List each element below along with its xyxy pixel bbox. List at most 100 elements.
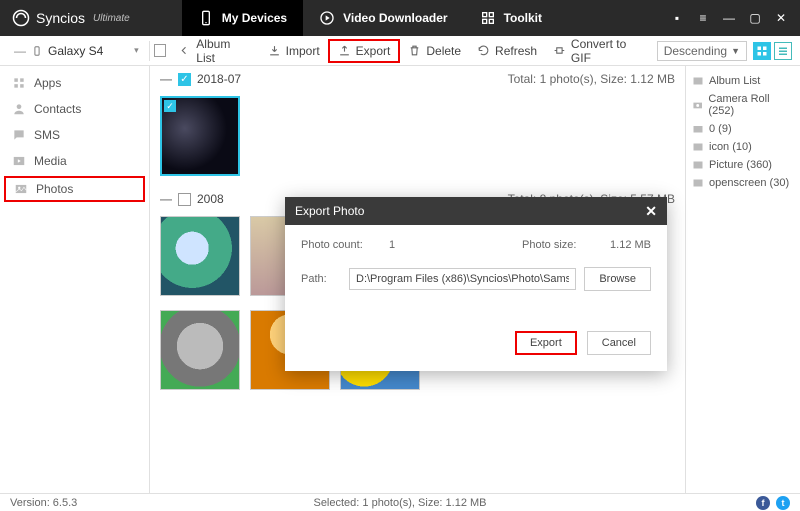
group-summary: Total: 1 photo(s), Size: 1.12 MB [508,72,675,86]
collapse-icon[interactable]: — [160,72,172,86]
camera-icon [692,99,703,111]
app-name: Syncios [36,10,85,26]
phone-icon [32,44,42,58]
chevron-down-icon: ▼ [731,46,740,56]
close-window-icon[interactable]: ✕ [774,11,788,25]
feedback-icon[interactable]: ▪ [670,11,684,25]
path-input[interactable] [349,268,576,290]
selection-summary: Selected: 1 photo(s), Size: 1.12 MB [313,497,486,509]
count-value: 1 [389,239,395,251]
main-tabs: My Devices Video Downloader Toolkit [182,0,558,36]
tab-my-devices[interactable]: My Devices [182,0,303,36]
export-button[interactable]: Export [328,39,401,63]
delete-button[interactable]: Delete [400,41,469,61]
twitter-icon[interactable]: t [776,496,790,510]
device-selector[interactable]: — Galaxy S4 ▾ [8,44,145,58]
path-label: Path: [301,273,341,285]
sort-dropdown[interactable]: Descending ▼ [657,41,747,61]
collapse-icon[interactable]: — [160,192,172,206]
export-confirm-button[interactable]: Export [515,331,577,355]
sidebar-item-photos[interactable]: Photos [4,176,145,202]
convert-icon [553,44,566,57]
view-mode-switch [753,42,792,60]
image-icon [692,141,704,153]
apps-icon [12,76,26,90]
app-edition: Ultimate [93,13,130,24]
photo-thumbnail[interactable] [160,310,240,390]
album-item[interactable]: Camera Roll (252) [692,90,794,120]
back-arrow-icon [178,44,191,57]
select-all-checkbox[interactable] [154,44,167,57]
dialog-footer: Export Cancel [285,321,667,371]
album-list-pane: Album List Camera Roll (252) 0 (9) icon … [685,66,800,493]
photos-icon [14,182,28,196]
tab-label: Toolkit [504,11,542,25]
group-checkbox[interactable]: ✓ [178,73,191,86]
refresh-icon [477,44,490,57]
folder-icon [692,123,704,135]
phone-icon [198,10,214,26]
sidebar-item-contacts[interactable]: Contacts [0,96,149,122]
import-button[interactable]: Import [260,41,328,61]
image-icon [692,75,704,87]
group-label: 2018-07 [197,72,241,86]
version-label: Version: 6.5.3 [10,497,77,509]
social-links: f t [756,496,790,510]
contacts-icon [12,102,26,116]
list-view-icon[interactable] [774,42,792,60]
tab-video-downloader[interactable]: Video Downloader [303,0,463,36]
size-label: Photo size: [522,239,602,251]
app-logo: Syncios Ultimate [0,9,142,27]
size-value: 1.12 MB [610,239,651,251]
photo-thumbnail[interactable]: ✓ [160,96,240,176]
grid-view-icon[interactable] [753,42,771,60]
check-icon: ✓ [164,100,176,112]
thumb-row: ✓ [150,92,685,186]
maximize-icon[interactable]: ▢ [748,11,762,25]
device-name: Galaxy S4 [48,44,103,58]
title-bar: Syncios Ultimate My Devices Video Downlo… [0,0,800,36]
sidebar: Apps Contacts SMS Media Photos [0,66,150,493]
image-icon [692,177,704,189]
facebook-icon[interactable]: f [756,496,770,510]
sidebar-item-media[interactable]: Media [0,148,149,174]
trash-icon [408,44,421,57]
separator [149,41,150,61]
minimize-icon[interactable]: — [722,11,736,25]
syncios-logo-icon [12,9,30,27]
dialog-body: Photo count: 1 Photo size: 1.12 MB Path:… [285,225,667,321]
refresh-button[interactable]: Refresh [469,41,545,61]
dialog-title: Export Photo [295,204,364,218]
export-photo-dialog: Export Photo ✕ Photo count: 1 Photo size… [285,197,667,371]
album-item[interactable]: icon (10) [692,138,794,156]
image-icon [692,159,704,171]
media-icon [12,154,26,168]
status-bar: Version: 6.5.3 Selected: 1 photo(s), Siz… [0,493,800,511]
close-icon[interactable]: ✕ [645,203,657,220]
album-list-header[interactable]: Album List [692,72,794,90]
tab-label: Video Downloader [343,11,447,25]
tab-toolkit[interactable]: Toolkit [464,0,558,36]
import-icon [268,44,281,57]
group-header: — ✓ 2018-07 Total: 1 photo(s), Size: 1.1… [150,66,685,92]
cancel-button[interactable]: Cancel [587,331,651,355]
group-checkbox[interactable] [178,193,191,206]
album-item[interactable]: openscreen (30) [692,174,794,192]
dialog-title-bar: Export Photo ✕ [285,197,667,225]
count-label: Photo count: [301,239,381,251]
album-item[interactable]: Picture (360) [692,156,794,174]
convert-gif-button[interactable]: Convert to GIF [545,34,657,68]
photo-thumbnail[interactable] [160,216,240,296]
sidebar-item-sms[interactable]: SMS [0,122,149,148]
browse-button[interactable]: Browse [584,267,651,291]
album-list-button[interactable]: Album List [170,34,259,68]
export-icon [338,44,351,57]
group-label: 2008 [197,192,224,206]
toolbar: — Galaxy S4 ▾ Album List Import Export D… [0,36,800,66]
menu-icon[interactable]: ≡ [696,11,710,25]
album-item[interactable]: 0 (9) [692,120,794,138]
sidebar-item-apps[interactable]: Apps [0,70,149,96]
grid-icon [480,10,496,26]
play-circle-icon [319,10,335,26]
window-controls: ▪ ≡ — ▢ ✕ [670,11,800,25]
